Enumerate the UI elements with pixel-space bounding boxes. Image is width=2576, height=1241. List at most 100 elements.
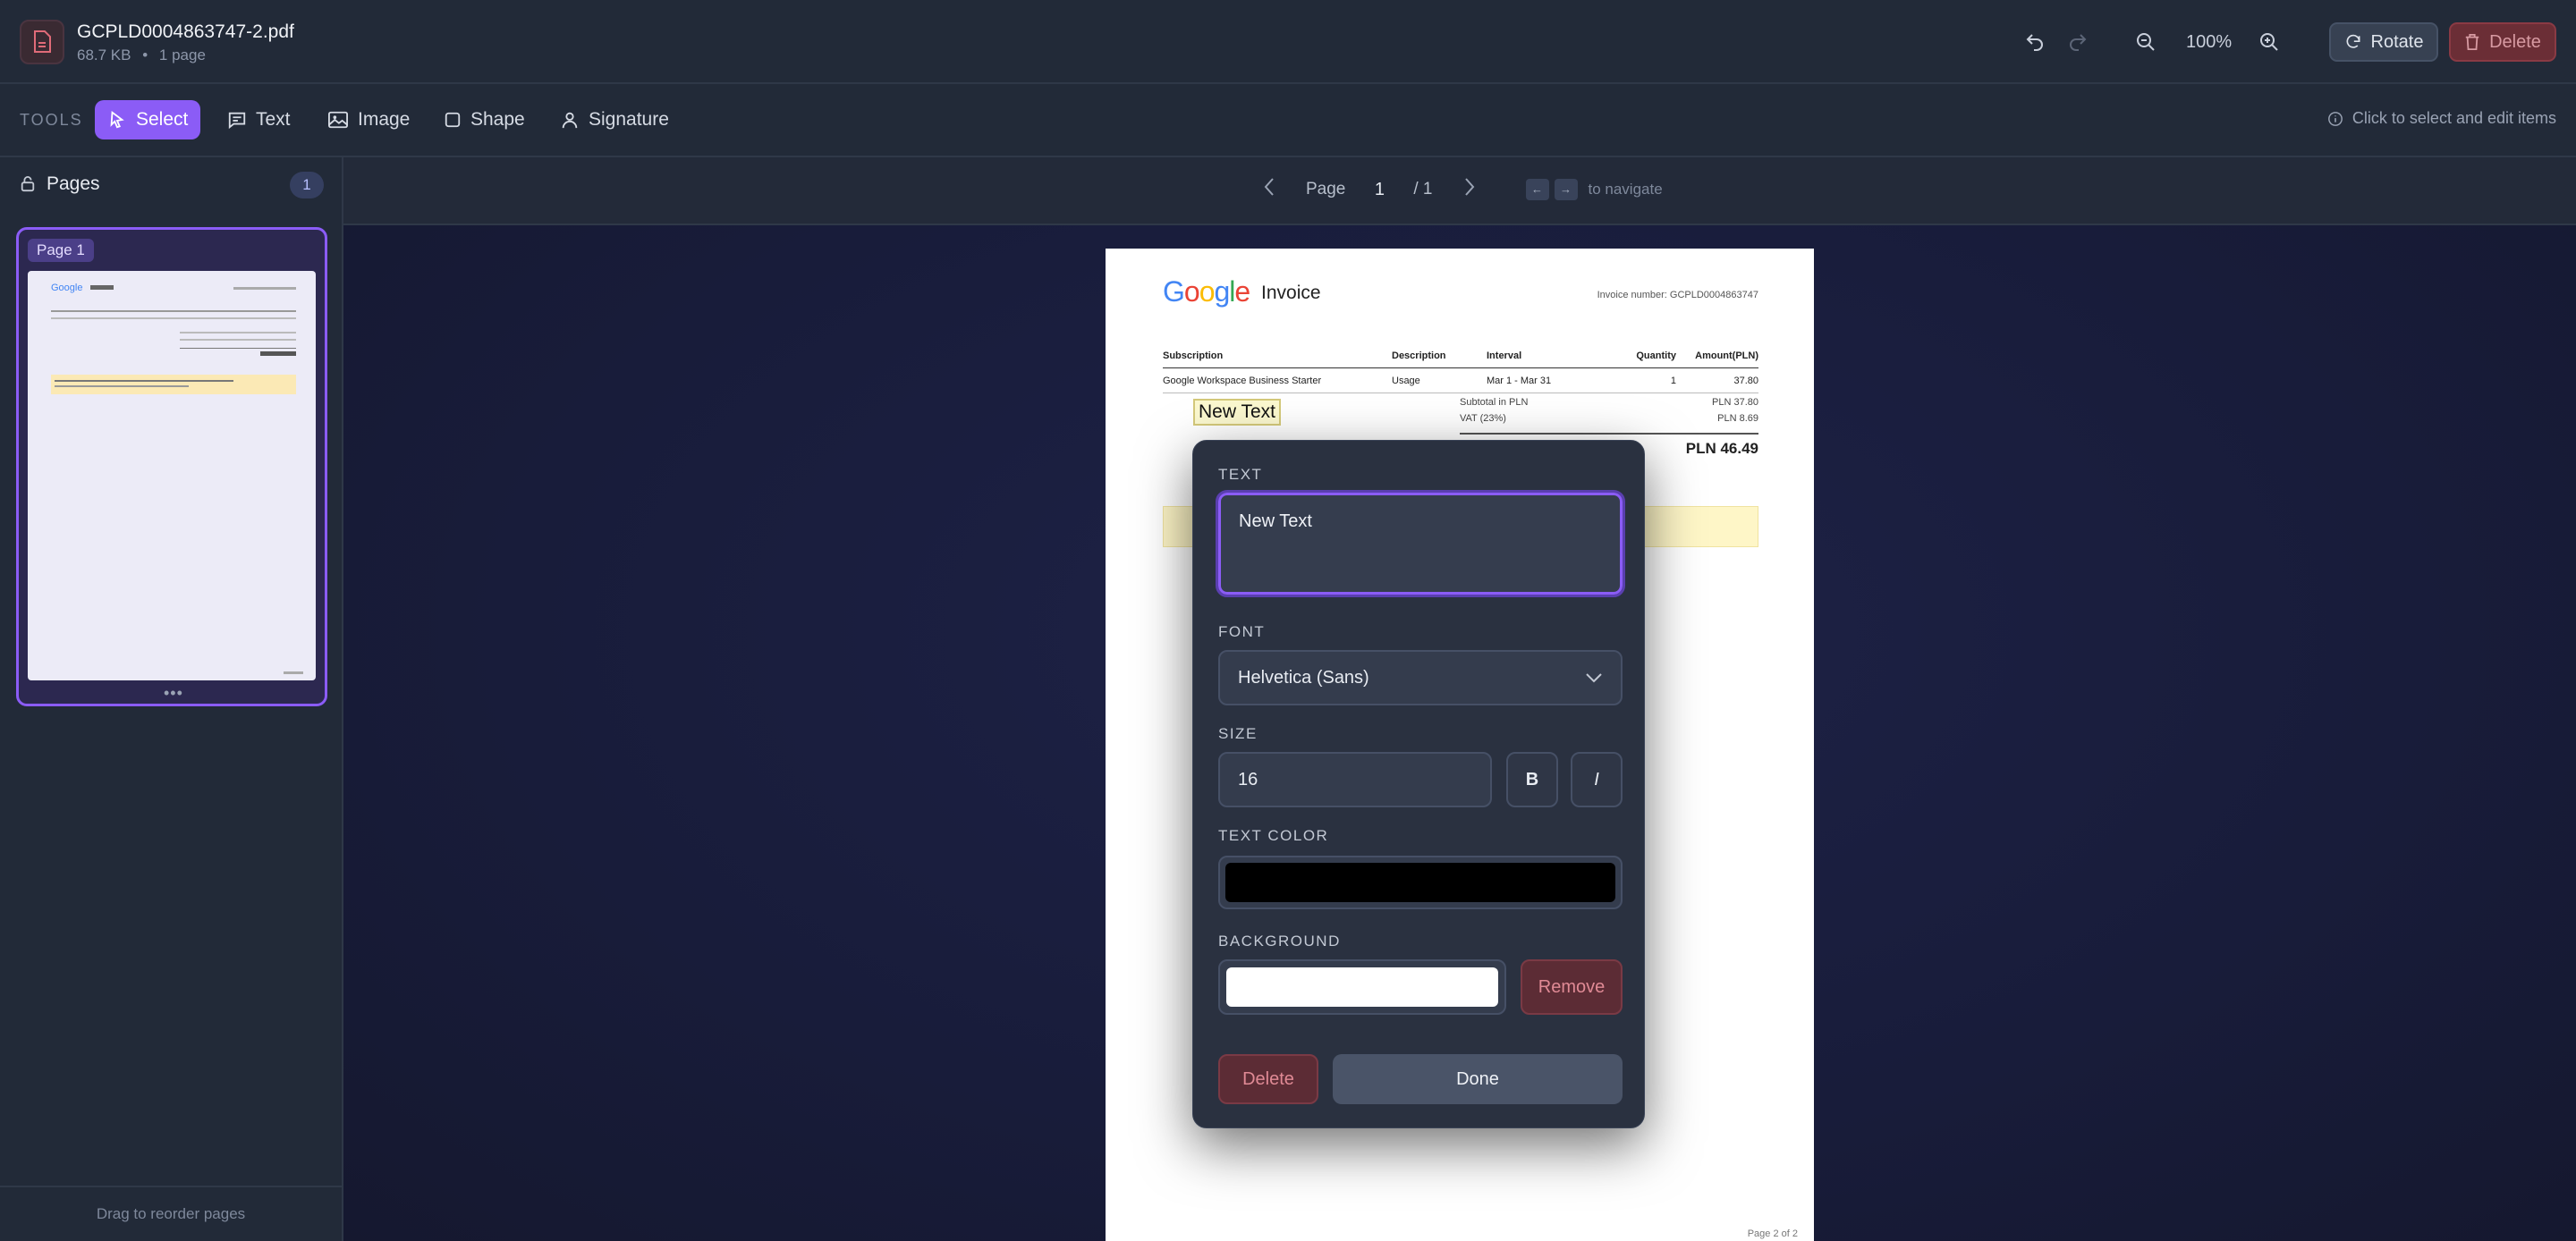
redo-icon[interactable]: [2063, 27, 2093, 57]
right-arrow-key: →: [1554, 179, 1578, 200]
table-header: Subscription Description Interval Quanti…: [1163, 343, 1758, 368]
background-label: BACKGROUND: [1218, 933, 1341, 950]
tool-signature-label: Signature: [589, 109, 669, 130]
thumbnail-preview: Google: [28, 271, 316, 680]
font-value: Helvetica (Sans): [1238, 667, 1369, 688]
tools-hint-text: Click to select and edit items: [2351, 109, 2556, 127]
font-label: FONT: [1218, 623, 1266, 640]
file-page-count: 1 page: [158, 46, 206, 63]
tool-shape[interactable]: Shape: [431, 100, 538, 139]
prev-page-icon[interactable]: [1263, 177, 1275, 202]
drag-handle-icon[interactable]: •••: [164, 684, 183, 703]
page-label: Page: [1306, 180, 1346, 198]
left-arrow-key: ←: [1525, 179, 1549, 200]
svg-text:Google: Google: [51, 283, 82, 293]
info-icon: [2327, 111, 2343, 126]
invoice-table: Subscription Description Interval Quanti…: [1163, 343, 1758, 393]
navigate-hint: to navigate: [1588, 181, 1663, 198]
cell: Mar 1 - Mar 31: [1487, 375, 1552, 386]
size-label: SIZE: [1218, 725, 1258, 742]
keyboard-hint: ← → to navigate: [1525, 179, 1663, 200]
col-interval: Interval: [1487, 350, 1522, 361]
invoice-subtotals: Subtotal in PLN PLN 37.80 VAT (23%) PLN 8.…: [1460, 397, 1758, 429]
pages-header: Pages: [20, 173, 100, 195]
tool-select-label: Select: [136, 109, 189, 130]
sidebar-footer: Drag to reorder pages: [0, 1186, 342, 1241]
vat-value: PLN 8.69: [1717, 413, 1758, 424]
text-icon: [228, 112, 246, 130]
signature-icon: [562, 112, 578, 129]
cell: 37.80: [1733, 375, 1758, 386]
added-text-element[interactable]: New Text: [1193, 399, 1281, 426]
pages-sidebar: Pages 1 Page 1 Google ••• Drag to reorde…: [0, 157, 343, 1241]
text-content-input[interactable]: [1216, 490, 1625, 597]
zoom-in-icon[interactable]: [2254, 27, 2284, 57]
page-navigation: Page 1 / 1 ← → to navigate: [343, 157, 2576, 225]
pages-title: Pages: [47, 173, 100, 194]
text-label: TEXT: [1218, 466, 1263, 483]
cell: Google Workspace Business Starter: [1163, 375, 1322, 386]
tool-shape-label: Shape: [470, 109, 525, 130]
file-name: GCPLD0004863747-2.pdf: [77, 21, 294, 42]
tools-label: TOOLS: [20, 111, 83, 129]
zoom-out-icon[interactable]: [2131, 27, 2161, 57]
total-divider: [1460, 433, 1758, 435]
delete-page-button[interactable]: Delete: [2449, 22, 2556, 62]
rotate-label: Rotate: [2370, 31, 2424, 52]
page-number-input[interactable]: 1: [1363, 180, 1395, 200]
tool-image[interactable]: Image: [315, 100, 422, 139]
remove-background-button[interactable]: Remove: [1521, 959, 1623, 1015]
cell: 1: [1670, 375, 1676, 386]
invoice-title: Invoice: [1261, 283, 1321, 303]
subtotal-value: PLN 37.80: [1712, 397, 1758, 408]
page-count-badge: 1: [290, 172, 324, 198]
text-color-picker[interactable]: [1218, 856, 1623, 909]
tool-select[interactable]: Select: [95, 100, 201, 139]
next-page-icon[interactable]: [1463, 177, 1476, 202]
text-color-label: TEXT COLOR: [1218, 827, 1329, 844]
text-properties-popover: TEXT FONT Helvetica (Sans) SIZE 16 B I T…: [1192, 440, 1645, 1128]
background-color-swatch: [1226, 967, 1498, 1007]
page-footer: Page 2 of 2: [1747, 1228, 1798, 1239]
table-row: Google Workspace Business Starter Usage …: [1163, 368, 1758, 393]
page-thumbnail[interactable]: Page 1 Google •••: [16, 227, 327, 706]
rotate-icon: [2346, 34, 2360, 48]
undo-icon[interactable]: [2020, 27, 2050, 57]
tools-hint: Click to select and edit items: [2327, 109, 2556, 128]
zoom-level: 100%: [2186, 32, 2233, 52]
tools-bar: TOOLS Select Text Image Shape Signature …: [0, 84, 2576, 157]
google-logo: Google: [1163, 275, 1250, 308]
chevron-down-icon: [1586, 673, 1602, 683]
done-button[interactable]: Done: [1333, 1054, 1623, 1104]
trash-icon: [2465, 34, 2479, 50]
delete-label: Delete: [2489, 31, 2541, 52]
page-total: / 1: [1413, 180, 1433, 198]
italic-toggle[interactable]: I: [1571, 752, 1623, 807]
font-size-input[interactable]: 16: [1218, 752, 1492, 807]
shape-icon: [445, 112, 461, 128]
pdf-file-icon: [20, 20, 64, 64]
file-meta: 68.7 KB • 1 page: [77, 46, 206, 63]
col-quantity: Quantity: [1636, 350, 1676, 361]
tool-image-label: Image: [358, 109, 411, 130]
app-header: GCPLD0004863747-2.pdf 68.7 KB • 1 page 1…: [0, 0, 2576, 84]
col-description: Description: [1392, 350, 1446, 361]
vat-label: VAT (23%): [1460, 413, 1506, 424]
invoice-total: PLN 46.49: [1685, 440, 1758, 457]
col-subscription: Subscription: [1163, 350, 1224, 361]
thumbnail-label: Page 1: [28, 239, 94, 262]
col-amount: Amount(PLN): [1695, 350, 1758, 361]
cell: Usage: [1392, 375, 1420, 386]
text-color-swatch: [1225, 863, 1615, 902]
bold-toggle[interactable]: B: [1506, 752, 1558, 807]
tool-text-label: Text: [256, 109, 291, 130]
invoice-number: Invoice number: GCPLD0004863747: [1597, 290, 1758, 300]
tool-text[interactable]: Text: [215, 100, 303, 139]
background-color-picker[interactable]: [1218, 959, 1506, 1015]
file-size: 68.7 KB: [77, 46, 131, 63]
rotate-button[interactable]: Rotate: [2329, 22, 2438, 62]
font-select[interactable]: Helvetica (Sans): [1218, 650, 1623, 705]
delete-text-button[interactable]: Delete: [1218, 1054, 1318, 1104]
image-icon: [328, 111, 348, 129]
tool-signature[interactable]: Signature: [547, 100, 682, 139]
